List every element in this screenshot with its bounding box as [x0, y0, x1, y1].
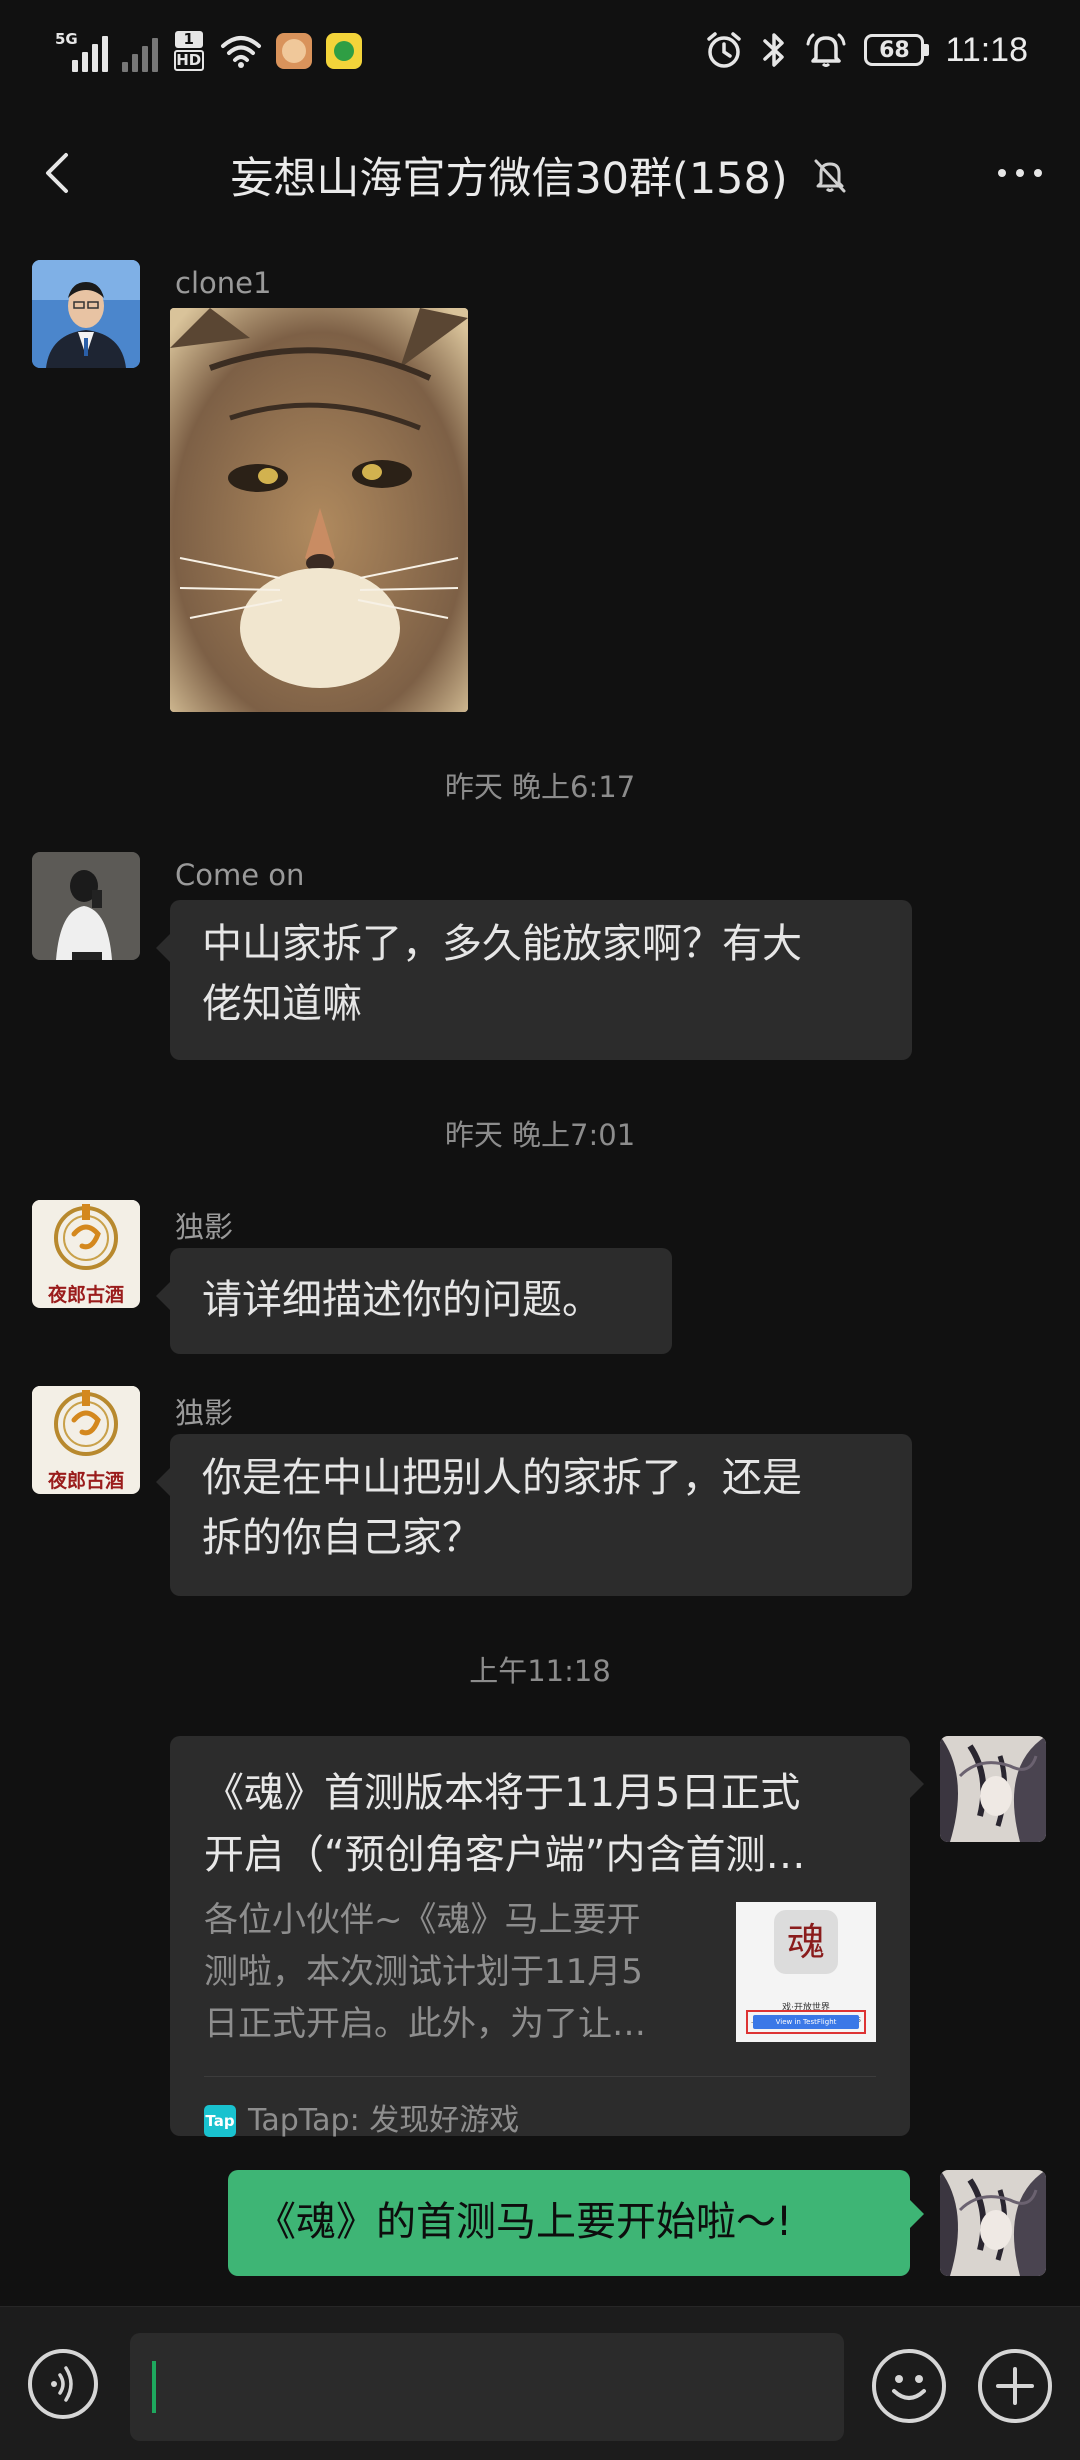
- more-actions-button[interactable]: [978, 2349, 1052, 2423]
- card-thumbnail: 魂 戏·开放世界 上海祥氲网络科技有限公司 for iOS View in Te…: [736, 1902, 876, 2042]
- sender-name: Come on: [175, 858, 305, 892]
- message-text-line: 拆的你自己家？: [202, 1515, 482, 1561]
- signal-strength-sim2-icon: [121, 30, 158, 72]
- chat-header: 妄想山海官方微信30群(158): [0, 118, 1080, 228]
- wifi-icon: [220, 36, 261, 68]
- emoji-button[interactable]: [872, 2349, 946, 2423]
- sender-name: clone1: [175, 266, 272, 300]
- chat-screen: 5G 1 HD 68 11:18 妄想山海官方微信30群(158) clone1…: [0, 0, 1080, 2460]
- timestamp: 上午11:18: [469, 1654, 611, 1688]
- input-bar: [0, 2306, 1080, 2460]
- card-title: 《魂》首测版本将于11月5日正式 开启（“预创角客户端”内含首测…: [204, 1770, 806, 1878]
- battery-level: 68: [879, 37, 910, 63]
- status-clock: 11:18: [945, 30, 1028, 69]
- muted-bell-icon: [814, 159, 846, 193]
- card-source-text: TapTap: 发现好游戏: [248, 2103, 520, 2138]
- avatar-duying[interactable]: 夜郎古酒: [32, 1200, 140, 1308]
- card-divider: [204, 2076, 876, 2077]
- smiley-icon: [892, 2375, 926, 2400]
- self-message-bubble[interactable]: 《魂》的首测马上要开始啦～!: [228, 2170, 924, 2276]
- message-text-line: 中山家拆了，多久能放家啊？有大: [202, 921, 802, 967]
- music-app-icon: [325, 33, 362, 69]
- plus-icon: [996, 2367, 1034, 2405]
- avatar-brand-text: 夜郎古酒: [47, 1470, 124, 1492]
- avatar-self[interactable]: [940, 1736, 1046, 1842]
- avatar-come-on[interactable]: [32, 852, 140, 960]
- sender-name: 独影: [175, 1396, 234, 1430]
- message-text-line: 你是在中山把别人的家拆了，还是: [202, 1455, 802, 1501]
- message-bubble[interactable]: 你是在中山把别人的家拆了，还是 拆的你自己家？: [156, 1434, 912, 1596]
- timestamp: 昨天 晚上6:17: [444, 770, 636, 804]
- battery-icon: 68: [864, 34, 930, 66]
- text-cursor: [152, 2361, 156, 2413]
- avatar-brand-text: 夜郎古酒: [47, 1284, 124, 1306]
- voice-icon: [51, 2366, 73, 2402]
- cat-sticker-image[interactable]: [170, 308, 468, 712]
- alarm-icon: [707, 32, 742, 68]
- voice-input-button[interactable]: [28, 2349, 98, 2419]
- more-options-button[interactable]: [988, 148, 1052, 198]
- timestamp: 昨天 晚上7:01: [444, 1118, 636, 1152]
- sender-name: 独影: [175, 1210, 234, 1244]
- message-input[interactable]: [130, 2333, 844, 2441]
- taptap-logo-icon: Tap: [204, 2105, 236, 2137]
- card-source: Tap TapTap: 发现好游戏: [204, 2091, 519, 2151]
- hd-voice-icon: 1 HD: [172, 30, 206, 72]
- app-notification-icon: [275, 33, 312, 69]
- ring-bell-icon: [806, 33, 846, 67]
- card-description: 各位小伙伴~《魂》马上要开 测啦，本次测试计划于11月5 日正式开启。此外，为了…: [204, 1900, 646, 2044]
- signal-strength-icon: [71, 30, 108, 72]
- message-bubble[interactable]: 请详细描述你的问题。: [156, 1248, 672, 1354]
- message-text-line: 佬知道嘛: [202, 981, 362, 1027]
- bluetooth-icon: [763, 33, 785, 67]
- message-text-line: 请详细描述你的问题。: [202, 1277, 602, 1323]
- message-bubble[interactable]: 中山家拆了，多久能放家啊？有大 佬知道嘛: [156, 900, 912, 1060]
- message-text-line: 《魂》的首测马上要开始啦～!: [256, 2199, 793, 2245]
- avatar-duying[interactable]: 夜郎古酒: [32, 1386, 140, 1494]
- avatar-clone1[interactable]: [32, 260, 140, 368]
- status-bar: 5G 1 HD 68 11:18: [0, 0, 1080, 110]
- chat-title: 妄想山海官方微信30群(158): [230, 154, 788, 204]
- avatar-self[interactable]: [940, 2170, 1046, 2276]
- link-card[interactable]: 《魂》首测版本将于11月5日正式 开启（“预创角客户端”内含首测… 各位小伙伴~…: [170, 1736, 924, 2138]
